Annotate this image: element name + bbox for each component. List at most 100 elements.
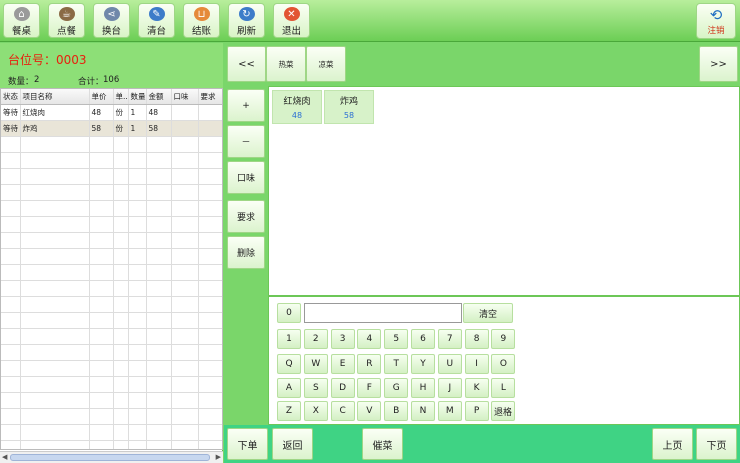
category-hot-dishes[interactable]: 热菜: [266, 46, 306, 82]
key-z[interactable]: Z: [277, 401, 301, 421]
col-taste[interactable]: 口味: [171, 89, 199, 105]
cell-status: 等待: [1, 120, 21, 137]
key-d[interactable]: D: [330, 378, 355, 398]
col-name[interactable]: 项目名称: [20, 89, 90, 105]
clear-table-button[interactable]: ✎ 清台: [138, 3, 175, 38]
table-button[interactable]: ⌂ 餐桌: [3, 3, 40, 38]
category-cold-dishes[interactable]: 凉菜: [306, 46, 346, 82]
cell-qty: 1: [128, 120, 147, 137]
taste-button[interactable]: 口味: [227, 161, 265, 194]
dish-tile[interactable]: 红烧肉 48: [272, 90, 322, 124]
key-u[interactable]: U: [437, 354, 462, 374]
key-9[interactable]: 9: [491, 329, 516, 349]
col-qty[interactable]: 数量: [128, 89, 147, 105]
close-icon: ✕: [283, 7, 300, 21]
key-i[interactable]: I: [464, 354, 489, 374]
key-3[interactable]: 3: [330, 329, 355, 349]
increase-button[interactable]: +: [227, 89, 265, 122]
order-table: 状态 项目名称 单价 单.. 数量 金额 口味 要求 等待 红烧肉 48 份 1: [0, 88, 223, 450]
delete-button[interactable]: 删除: [227, 236, 265, 269]
cell-price: 48: [89, 104, 114, 121]
back-button[interactable]: 返回: [272, 428, 313, 460]
scroll-right-icon[interactable]: ▶: [216, 453, 221, 461]
scroll-left-icon[interactable]: ◀: [2, 453, 7, 461]
key-7[interactable]: 7: [437, 329, 462, 349]
empty-row: [1, 232, 222, 249]
key-c[interactable]: C: [330, 401, 355, 421]
key-p[interactable]: P: [464, 401, 489, 421]
checkout-button[interactable]: ⊔ 结账: [183, 3, 220, 38]
table-row[interactable]: 等待 红烧肉 48 份 1 48: [1, 104, 222, 121]
table-row[interactable]: 等待 炸鸡 58 份 1 58: [1, 120, 222, 137]
category-bar: << 热菜 凉菜 >>: [224, 43, 740, 86]
exit-button[interactable]: ✕ 退出: [273, 3, 310, 38]
change-table-button[interactable]: ⋖ 换台: [93, 3, 130, 38]
refresh-icon: ↻: [238, 7, 255, 21]
key-o[interactable]: O: [491, 354, 516, 374]
category-prev-button[interactable]: <<: [227, 46, 266, 82]
col-unit[interactable]: 单..: [113, 89, 129, 105]
key-6[interactable]: 6: [411, 329, 435, 349]
key-x[interactable]: X: [303, 401, 328, 421]
broom-icon: ✎: [148, 7, 165, 21]
key-m[interactable]: M: [437, 401, 462, 421]
key-j[interactable]: J: [437, 378, 462, 398]
cell-amount: 48: [146, 104, 172, 121]
scrollbar-thumb[interactable]: [10, 454, 210, 461]
dish-name: 炸鸡: [339, 97, 358, 107]
decrease-button[interactable]: －: [227, 125, 265, 158]
key-5[interactable]: 5: [384, 329, 409, 349]
quantity-value: 2: [34, 75, 40, 85]
key-s[interactable]: S: [303, 378, 328, 398]
dish-tile[interactable]: 炸鸡 58: [324, 90, 374, 124]
category-next-button[interactable]: >>: [699, 46, 738, 82]
key-w[interactable]: W: [303, 354, 328, 374]
total-value: 106: [103, 75, 120, 85]
logout-button[interactable]: ⟲ 注销: [696, 3, 736, 39]
refresh-button[interactable]: ↻ 刷新: [228, 3, 265, 38]
key-2[interactable]: 2: [303, 329, 328, 349]
key-l[interactable]: L: [491, 378, 516, 398]
key-n[interactable]: N: [411, 401, 435, 421]
key-t[interactable]: T: [384, 354, 409, 374]
order-button[interactable]: ☕ 点餐: [48, 3, 85, 38]
key-a[interactable]: A: [277, 378, 301, 398]
cell-request: [198, 104, 222, 121]
next-page-button[interactable]: 下页: [696, 428, 737, 460]
horizontal-scrollbar[interactable]: ◀ ▶: [0, 451, 223, 463]
key-y[interactable]: Y: [411, 354, 435, 374]
search-input[interactable]: [304, 303, 462, 323]
key-8[interactable]: 8: [464, 329, 489, 349]
urge-button[interactable]: 催菜: [362, 428, 403, 460]
col-amount[interactable]: 金额: [146, 89, 172, 105]
backspace-button[interactable]: 退格: [491, 401, 515, 421]
table-header-row: 状态 项目名称 单价 单.. 数量 金额 口味 要求: [1, 89, 222, 105]
action-column: + － 口味 要求 删除: [224, 86, 268, 425]
clear-button[interactable]: 清空: [463, 303, 513, 323]
bottom-bar: 下单 返回 催菜 上页 下页: [224, 425, 740, 463]
key-1[interactable]: 1: [277, 329, 301, 349]
key-b[interactable]: B: [384, 401, 409, 421]
key-r[interactable]: R: [357, 354, 382, 374]
empty-row: [1, 248, 222, 265]
key-0[interactable]: 0: [277, 303, 301, 323]
key-g[interactable]: G: [384, 378, 409, 398]
empty-row: [1, 136, 222, 153]
key-q[interactable]: Q: [277, 354, 301, 374]
order-summary: 数量： 2 合计： 106: [0, 73, 223, 88]
key-e[interactable]: E: [330, 354, 355, 374]
submit-order-button[interactable]: 下单: [227, 428, 268, 460]
col-status[interactable]: 状态: [1, 89, 21, 105]
teacup-icon: ☕: [58, 7, 75, 21]
col-request[interactable]: 要求: [198, 89, 222, 105]
empty-row: [1, 168, 222, 185]
key-v[interactable]: V: [357, 401, 382, 421]
key-4[interactable]: 4: [357, 329, 382, 349]
request-button[interactable]: 要求: [227, 200, 265, 233]
prev-page-button[interactable]: 上页: [652, 428, 693, 460]
key-h[interactable]: H: [411, 378, 435, 398]
key-k[interactable]: K: [464, 378, 489, 398]
key-f[interactable]: F: [357, 378, 382, 398]
col-price[interactable]: 单价: [89, 89, 114, 105]
empty-row: [1, 360, 222, 377]
